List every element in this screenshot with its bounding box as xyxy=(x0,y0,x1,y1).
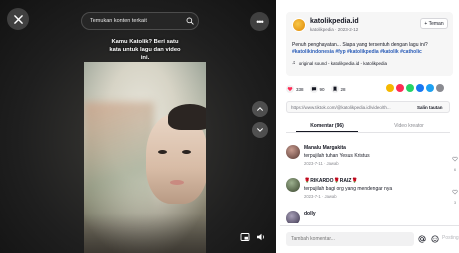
copy-link-button[interactable]: Salin tautan xyxy=(417,105,443,110)
comment-like-count: 6 xyxy=(453,167,457,172)
video-eye xyxy=(158,150,167,154)
video-hashtags[interactable]: #katolikindonesia #fyp #katolikpedia #ka… xyxy=(292,49,448,56)
video-light xyxy=(84,102,154,222)
video-lips xyxy=(170,180,184,185)
more-options-button[interactable]: ••• xyxy=(250,12,269,31)
video-description: Penuh penghayatan... Siapa yang tersentu… xyxy=(292,42,428,48)
commenter-avatar[interactable] xyxy=(286,145,300,159)
picture-in-picture-button[interactable] xyxy=(238,230,252,244)
video-shade xyxy=(84,213,206,253)
share-link-row: https://www.tiktok.com/@katolikpedia.id/… xyxy=(286,101,450,113)
save-count: 28 xyxy=(340,86,346,92)
video-frame[interactable] xyxy=(84,62,206,253)
author-name[interactable]: katolikpedia.id xyxy=(310,18,359,25)
chevron-up-icon xyxy=(257,107,263,111)
speaker-icon xyxy=(257,233,265,241)
video-eye xyxy=(182,150,191,154)
emoji-icon xyxy=(431,235,439,243)
tab-comments[interactable]: Komentar (96) xyxy=(286,123,368,129)
like-button[interactable]: 338 xyxy=(286,85,304,93)
post-comment-button[interactable]: Posting xyxy=(442,235,459,241)
comment-like-count: 3 xyxy=(453,200,457,205)
facebook-icon[interactable] xyxy=(416,84,424,92)
comment-icon xyxy=(309,85,318,93)
picture-in-picture-icon xyxy=(240,233,250,241)
comment-meta[interactable]: 2023-7-1 · Jawab xyxy=(304,194,337,199)
author-subline: katolikpedia · 2023-2-12 xyxy=(310,27,359,32)
commenter-avatar[interactable] xyxy=(286,211,300,223)
sound-link[interactable]: ♫ original sound - katolikpedia.id - kat… xyxy=(292,60,387,66)
active-tab-underline xyxy=(296,131,358,132)
author-card: katolikpedia.id katolikpedia · 2023-2-12… xyxy=(286,12,453,76)
comment-input[interactable] xyxy=(286,232,414,246)
comment-text: terpujilah tuhan Yesus Kristus xyxy=(304,153,370,159)
like-count: 338 xyxy=(296,86,304,92)
embed-icon[interactable] xyxy=(386,84,394,92)
comment-composer: Posting xyxy=(280,225,459,253)
video-caption: Kamu Katolik? Beri satu kata untuk lagu … xyxy=(84,38,206,62)
comment-tabs: Komentar (96) Video kreator xyxy=(286,121,450,133)
sound-title: original sound - katolikpedia.id - katol… xyxy=(298,60,388,66)
engagement-stats: 338 90 28 xyxy=(286,84,346,94)
info-panel: katolikpedia.id katolikpedia · 2023-2-12… xyxy=(280,0,459,253)
emoji-button[interactable] xyxy=(430,234,440,244)
heart-icon xyxy=(286,85,294,93)
comment-like-button[interactable]: 6 xyxy=(451,149,459,172)
commenter-avatar[interactable] xyxy=(286,178,300,192)
bookmark-icon xyxy=(330,85,339,93)
mention-button[interactable] xyxy=(417,234,427,244)
comment-like-button[interactable]: 3 xyxy=(451,182,459,205)
comment-count-button[interactable]: 90 xyxy=(309,85,325,93)
follow-button[interactable]: + Teman xyxy=(420,18,448,29)
chevron-down-icon xyxy=(257,128,263,132)
twitter-icon[interactable] xyxy=(426,84,434,92)
video-panel[interactable]: Temukan konten terkait ••• Kamu Katolik?… xyxy=(0,0,276,253)
search-input[interactable]: Temukan konten terkait xyxy=(81,12,199,30)
music-note-icon: ♫ xyxy=(292,60,296,66)
comment-text: terpujilah bagi org yang mendengar nya xyxy=(304,186,393,192)
comment-item: dolly xyxy=(286,211,456,223)
caption-line: ini. xyxy=(140,55,150,61)
close-button[interactable] xyxy=(7,8,29,30)
search-placeholder: Temukan konten terkait xyxy=(90,18,147,24)
close-icon xyxy=(13,14,23,24)
share-row xyxy=(386,84,444,92)
next-video-button[interactable] xyxy=(252,122,268,138)
tab-creator-videos[interactable]: Video kreator xyxy=(368,123,450,129)
save-button[interactable]: 28 xyxy=(330,85,346,93)
whatsapp-icon[interactable] xyxy=(406,84,414,92)
commenter-name[interactable]: dolly xyxy=(304,211,316,217)
video-link[interactable]: https://www.tiktok.com/@katolikpedia.id/… xyxy=(291,105,409,110)
more-share-icon[interactable] xyxy=(436,84,444,92)
volume-button[interactable] xyxy=(254,230,268,244)
search-icon[interactable] xyxy=(182,13,198,29)
previous-video-button[interactable] xyxy=(252,101,268,117)
more-icon: ••• xyxy=(256,16,264,27)
heart-outline-icon xyxy=(452,156,458,162)
comment-meta[interactable]: 2023-7-11 · Jawab xyxy=(304,161,339,166)
caption-line: Kamu Katolik? Beri satu xyxy=(111,39,179,45)
send-to-friends-icon[interactable] xyxy=(396,84,404,92)
caption-line: kata untuk lagu dan video xyxy=(109,47,181,53)
commenter-name[interactable]: Manalu Margakita xyxy=(304,145,346,151)
commenter-name[interactable]: 🌹RIKARDO🌹RAIZ🌹 xyxy=(304,178,358,184)
at-sign-icon xyxy=(418,235,426,243)
heart-outline-icon xyxy=(452,189,458,195)
author-avatar[interactable] xyxy=(292,18,306,32)
comment-count: 90 xyxy=(319,86,325,92)
video-hair xyxy=(168,104,206,130)
